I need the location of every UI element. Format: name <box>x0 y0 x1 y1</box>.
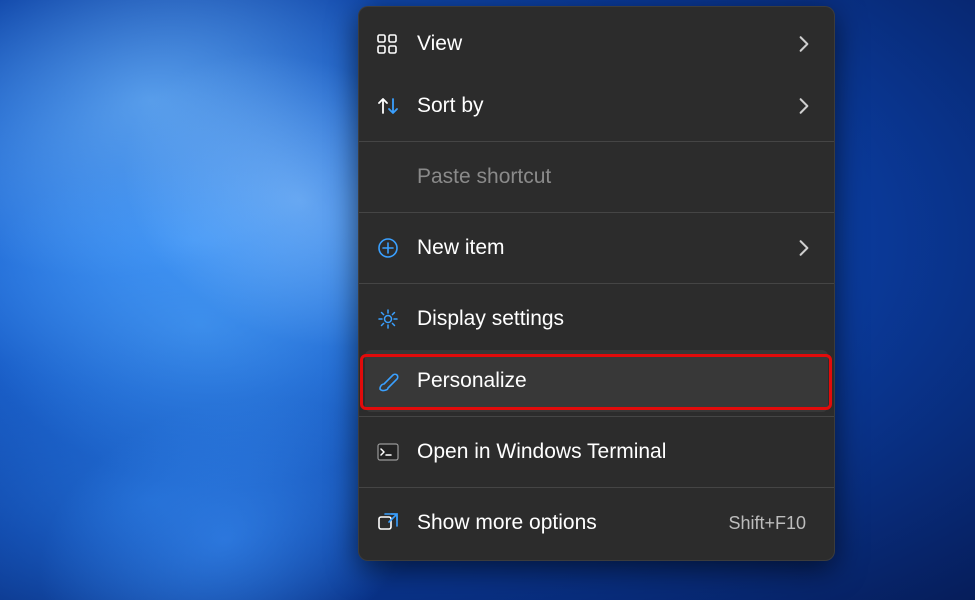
desktop-context-menu: View Sort by Paste shortcut New item <box>358 6 835 561</box>
sort-icon <box>377 96 417 116</box>
menu-item-open-terminal[interactable]: Open in Windows Terminal <box>359 421 834 483</box>
menu-separator <box>359 487 834 488</box>
menu-item-label: New item <box>417 236 798 260</box>
chevron-right-icon <box>798 97 810 115</box>
menu-item-sort-by[interactable]: Sort by <box>359 75 834 137</box>
menu-item-shortcut: Shift+F10 <box>728 513 806 534</box>
menu-item-label: Open in Windows Terminal <box>417 440 816 464</box>
menu-item-view[interactable]: View <box>359 13 834 75</box>
menu-item-label: View <box>417 32 798 56</box>
menu-separator <box>359 212 834 213</box>
menu-item-label: Display settings <box>417 307 816 331</box>
menu-item-label: Paste shortcut <box>417 165 816 189</box>
menu-separator <box>359 283 834 284</box>
menu-item-label: Show more options <box>417 511 728 535</box>
menu-item-paste-shortcut: Paste shortcut <box>359 146 834 208</box>
menu-item-show-more-options[interactable]: Show more options Shift+F10 <box>359 492 834 554</box>
personalize-icon <box>377 370 417 392</box>
menu-separator <box>359 141 834 142</box>
view-icon <box>377 34 417 54</box>
new-item-icon <box>377 237 417 259</box>
menu-item-display-settings[interactable]: Display settings <box>359 288 834 350</box>
terminal-icon <box>377 443 417 461</box>
display-settings-icon <box>377 308 417 330</box>
chevron-right-icon <box>798 239 810 257</box>
menu-separator <box>359 416 834 417</box>
menu-item-label: Personalize <box>417 369 816 393</box>
show-more-icon <box>377 512 417 534</box>
menu-item-new-item[interactable]: New item <box>359 217 834 279</box>
menu-item-label: Sort by <box>417 94 798 118</box>
menu-item-personalize[interactable]: Personalize <box>365 350 828 412</box>
chevron-right-icon <box>798 35 810 53</box>
